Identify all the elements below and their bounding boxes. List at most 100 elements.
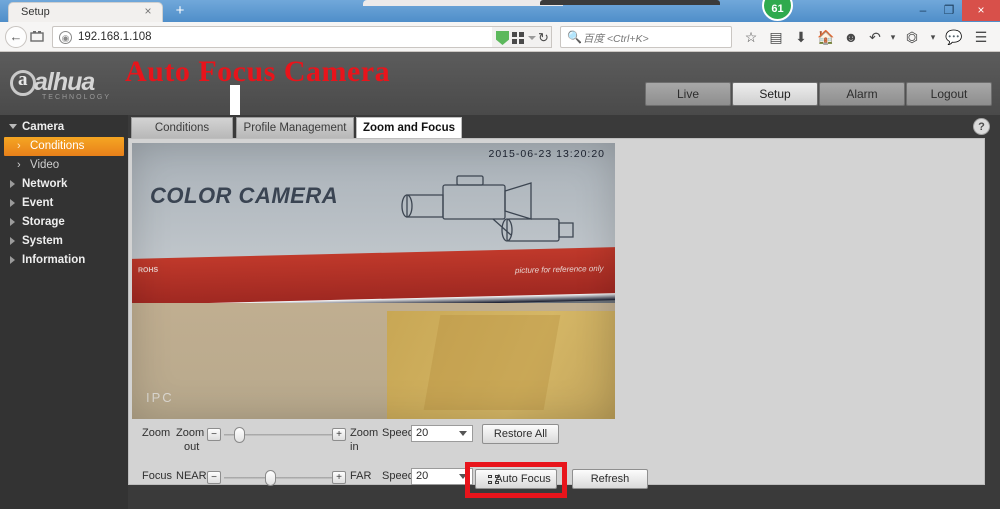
sidebar-item-camera[interactable]: Camera <box>0 118 128 137</box>
video-preview[interactable]: COLOR CAMERA 2015-06-23 13:20:20 picture… <box>132 143 615 419</box>
window-minimize-button[interactable]: – <box>910 0 936 21</box>
auto-focus-icon <box>488 475 499 484</box>
nav-setup-button[interactable]: Setup <box>732 82 818 106</box>
browser-tab-label: Setup <box>21 6 50 18</box>
close-icon[interactable]: × <box>142 5 154 17</box>
bookmark-star-icon[interactable]: ☆ <box>740 26 762 48</box>
sidebar-item-label: Conditions <box>30 140 85 152</box>
zoom-slider[interactable] <box>224 427 341 443</box>
logo-wordmark: alhua <box>34 68 95 96</box>
chevron-right-icon <box>10 256 15 264</box>
focus-near-label: NEAR <box>176 470 207 482</box>
sidebar-item-label: Camera <box>22 121 65 133</box>
nav-live-button[interactable]: Live <box>645 82 731 106</box>
restore-all-button[interactable]: Restore All <box>482 424 559 444</box>
background-tab-2[interactable] <box>540 0 720 5</box>
sidebar-item-video[interactable]: › Video <box>0 156 128 175</box>
sidebar-item-system[interactable]: System <box>0 232 128 251</box>
tab-conditions[interactable]: Conditions <box>131 117 233 138</box>
url-text: 192.168.1.108 <box>78 31 152 43</box>
top-nav: Live Setup Alarm Logout <box>644 82 992 106</box>
sidebar-item-storage[interactable]: Storage <box>0 213 128 232</box>
chevron-right-icon <box>10 237 15 245</box>
focus-speed-select[interactable]: 20 <box>411 468 473 485</box>
address-bar[interactable]: ◉ 192.168.1.108 <box>52 26 492 48</box>
chevron-right-icon: › <box>17 159 21 171</box>
chat-bubble-icon[interactable]: 💬 <box>943 26 965 48</box>
security-extension-group: ↻ <box>492 26 552 48</box>
background-tab-1[interactable] <box>363 0 563 6</box>
sidebar-item-event[interactable]: Event <box>0 194 128 213</box>
chevron-right-icon <box>10 218 15 226</box>
video-vignette <box>132 143 615 419</box>
refresh-button[interactable]: Refresh <box>572 469 648 489</box>
screenshot-dropdown-caret-icon[interactable]: ▾ <box>922 26 944 48</box>
zoom-speed-value: 20 <box>416 427 429 439</box>
window-close-button[interactable]: × <box>962 0 1000 21</box>
reading-list-icon[interactable]: ▤ <box>765 26 787 48</box>
search-input[interactable]: 🔍 百度 <Ctrl+K> <box>560 26 732 48</box>
home-icon[interactable]: 🏠 <box>815 26 837 48</box>
zoom-out-label-2: out <box>184 441 200 453</box>
content-area: Conditions Profile Management Zoom and F… <box>128 115 1000 509</box>
chevron-down-icon <box>9 124 17 129</box>
focus-minus-button[interactable]: − <box>207 471 221 484</box>
sidebar-item-information[interactable]: Information <box>0 251 128 270</box>
browser-tab-setup[interactable]: Setup × <box>8 2 163 22</box>
sidebar: Camera › Conditions › Video Network Even… <box>0 115 128 509</box>
sidebar-item-label: System <box>22 235 63 247</box>
focus-speed-value: 20 <box>416 470 429 482</box>
focus-slider[interactable] <box>224 470 341 486</box>
menu-hamburger-icon[interactable]: ☰ <box>970 26 992 48</box>
zoom-in-label-2: in <box>350 441 359 453</box>
screenshot-icon[interactable]: ⏣ <box>901 26 923 48</box>
auto-focus-button[interactable]: Auto Focus <box>475 469 557 489</box>
back-icon[interactable]: ← <box>5 26 27 48</box>
sidebar-item-conditions[interactable]: › Conditions <box>4 137 124 156</box>
zoom-focus-panel: COLOR CAMERA 2015-06-23 13:20:20 picture… <box>128 138 986 498</box>
sidebar-item-network[interactable]: Network <box>0 175 128 194</box>
focus-plus-button[interactable]: + <box>332 471 346 484</box>
tab-bar: Conditions Profile Management Zoom and F… <box>128 115 1000 138</box>
zoom-in-label: Zoom <box>350 427 379 439</box>
device-header: alhua TECHNOLOGY Auto Focus Camera Live … <box>0 52 1000 115</box>
sidebar-item-label: Video <box>30 159 60 171</box>
logo-mark-icon <box>10 69 36 96</box>
browser-titlebar: Setup × + 61 – ❐ × <box>0 0 1000 22</box>
sidebar-item-label: Event <box>22 197 54 209</box>
focus-far-label: FAR <box>350 470 372 482</box>
zoom-control-row: Zoom Zoom out − + Zoom in Speed 20 Resto… <box>129 423 986 467</box>
reload-icon[interactable]: ↻ <box>538 31 549 45</box>
smiley-icon[interactable]: ☻ <box>840 26 862 48</box>
tab-zoom-and-focus[interactable]: Zoom and Focus <box>356 117 462 138</box>
zoom-plus-button[interactable]: + <box>332 428 346 441</box>
globe-icon: ◉ <box>59 31 72 44</box>
focus-slider-track <box>224 477 341 479</box>
chevron-down-icon[interactable] <box>528 36 536 40</box>
download-icon[interactable]: ⬇ <box>790 26 812 48</box>
zoom-slider-thumb[interactable] <box>234 427 245 443</box>
focus-row-title: Focus <box>142 470 172 482</box>
chevron-right-icon <box>10 199 15 207</box>
help-icon[interactable]: ? <box>973 118 990 135</box>
search-icon: 🔍 <box>567 30 582 44</box>
focus-slider-thumb[interactable] <box>265 470 276 486</box>
zoom-minus-button[interactable]: − <box>207 428 221 441</box>
site-identity-icon[interactable] <box>30 29 44 43</box>
search-placeholder: 百度 <Ctrl+K> <box>583 33 649 45</box>
tab-profile-management[interactable]: Profile Management <box>236 117 354 138</box>
window-restore-button[interactable]: ❐ <box>936 0 962 21</box>
zoom-speed-select[interactable]: 20 <box>411 425 473 442</box>
new-tab-button[interactable]: + <box>172 3 188 19</box>
nav-alarm-button[interactable]: Alarm <box>819 82 905 106</box>
qr-icon[interactable] <box>512 32 524 44</box>
browser-toolbar: ← ◉ 192.168.1.108 ↻ 🔍 百度 <Ctrl+K> ☆ ▤ ⬇ … <box>0 22 1000 52</box>
screenshot-root: Setup × + 61 – ❐ × ← ◉ 192.168.1.108 ↻ 🔍… <box>0 0 1000 509</box>
nav-logout-button[interactable]: Logout <box>906 82 992 106</box>
chevron-right-icon <box>10 180 15 188</box>
annotation-label: Auto Focus Camera <box>125 55 391 88</box>
dahua-logo: alhua TECHNOLOGY <box>10 68 130 102</box>
sidebar-item-label: Storage <box>22 216 65 228</box>
shield-icon[interactable] <box>496 31 509 45</box>
chevron-down-icon <box>459 431 467 436</box>
